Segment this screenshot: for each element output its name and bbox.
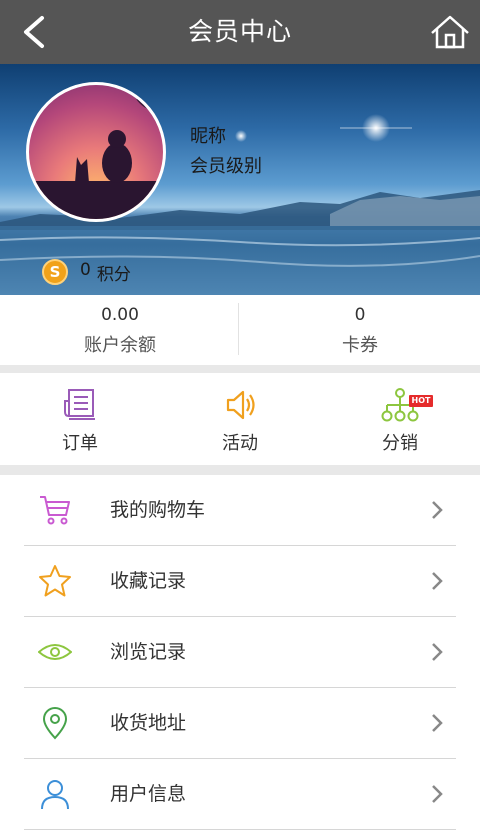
user-icon xyxy=(41,780,69,810)
chevron-right-icon xyxy=(432,501,443,519)
member-level: 会员级别 xyxy=(190,156,262,177)
hot-badge: HOT xyxy=(409,395,433,407)
home-icon[interactable] xyxy=(428,12,472,52)
activity-speaker-icon xyxy=(226,390,255,420)
account-stats: 0.00 账户余额 0 卡券 xyxy=(0,295,480,365)
section-separator xyxy=(0,365,480,373)
menu-item-label: 我的购物车 xyxy=(110,499,206,521)
quick-action-distribution[interactable]: 分销 xyxy=(320,373,480,465)
chevron-right-icon xyxy=(432,572,443,590)
quick-action-label: 分销 xyxy=(382,433,418,454)
menu-item-shipping-address[interactable]: 收货地址 xyxy=(24,688,456,759)
menu-item-browsing-history[interactable]: 浏览记录 xyxy=(24,617,456,688)
coupons[interactable]: 0 卡券 xyxy=(240,295,480,365)
cart-icon xyxy=(40,496,70,525)
page-title: 会员中心 xyxy=(187,17,292,46)
menu-item-cart[interactable]: 我的购物车 xyxy=(24,475,456,546)
chevron-right-icon xyxy=(432,785,443,803)
order-icon xyxy=(64,389,95,420)
account-balance[interactable]: 0.00 账户余额 xyxy=(0,295,240,365)
chevron-right-icon xyxy=(432,643,443,661)
menu-item-favorites[interactable]: 收藏记录 xyxy=(24,546,456,617)
menu-list: 我的购物车 收藏记录 浏览记录 收货地址 用户信息 xyxy=(0,475,480,830)
stat-label: 卡券 xyxy=(342,335,378,356)
chevron-right-icon xyxy=(432,714,443,732)
points-summary[interactable]: S 0 积分 xyxy=(42,257,131,287)
menu-item-label: 收货地址 xyxy=(110,712,187,734)
menu-item-user-info[interactable]: 用户信息 xyxy=(24,759,456,830)
points-label: 积分 xyxy=(96,264,131,285)
stat-label: 账户余额 xyxy=(84,335,156,356)
quick-action-activities[interactable]: 活动 xyxy=(160,373,320,465)
avatar-image xyxy=(29,90,163,219)
location-pin-icon xyxy=(42,707,68,740)
quick-action-label: 活动 xyxy=(222,433,258,454)
coin-icon: S xyxy=(42,259,68,285)
quick-action-orders[interactable]: 订单 xyxy=(0,373,160,465)
stat-value: 0 xyxy=(354,305,366,325)
section-separator xyxy=(0,465,480,475)
divider xyxy=(238,303,239,355)
avatar[interactable] xyxy=(26,82,166,222)
stat-value: 0.00 xyxy=(101,305,139,325)
menu-item-label: 浏览记录 xyxy=(110,641,187,663)
quick-actions: 订单 活动 分销 xyxy=(0,373,480,465)
nickname: 昵称 xyxy=(190,126,226,147)
eye-icon xyxy=(38,644,72,660)
points-value: 0 xyxy=(80,259,91,280)
menu-item-label: 收藏记录 xyxy=(110,570,187,592)
menu-item-label: 用户信息 xyxy=(110,783,187,805)
top-bar: 会员中心 xyxy=(0,0,480,64)
profile-banner: 昵称 会员级别 S 0 积分 xyxy=(0,64,480,295)
quick-action-label: 订单 xyxy=(62,433,98,454)
star-icon xyxy=(39,565,71,597)
